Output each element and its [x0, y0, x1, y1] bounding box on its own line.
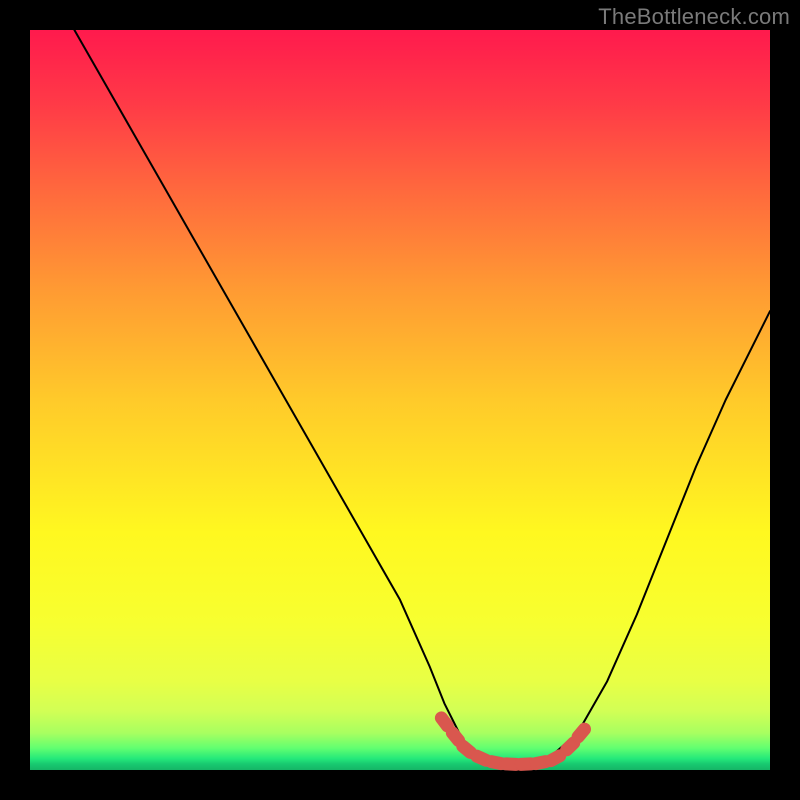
- watermark-text: TheBottleneck.com: [598, 4, 790, 30]
- chart-overlay: [30, 30, 770, 770]
- chart-frame: TheBottleneck.com: [0, 0, 800, 800]
- bottleneck-curve: [74, 30, 770, 767]
- marker-band: [433, 710, 593, 771]
- plot-area: [30, 30, 770, 770]
